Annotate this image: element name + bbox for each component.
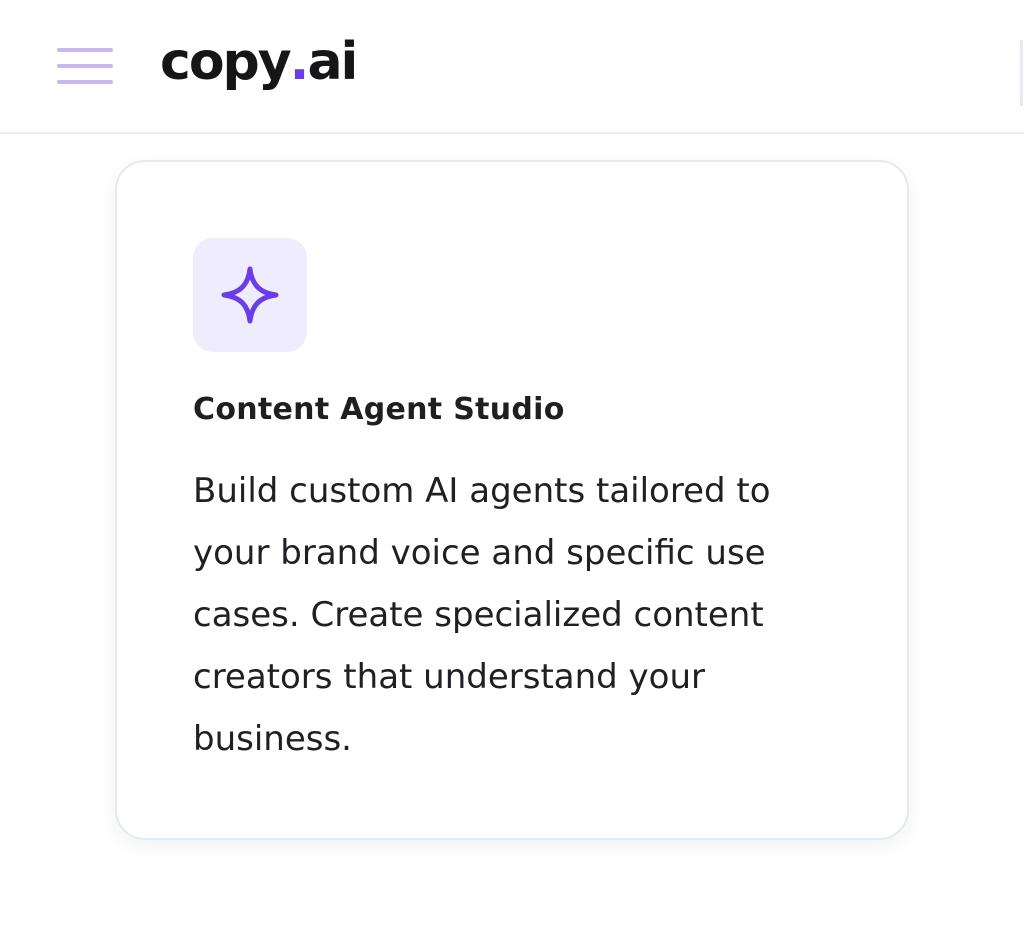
feature-icon-tile [193, 238, 307, 352]
sparkle-icon [221, 266, 279, 324]
logo-suffix: ai [307, 32, 358, 92]
page: copy. ai Content Agent Studio Build custo… [0, 0, 1024, 931]
top-navbar: copy. ai [0, 0, 1024, 134]
hamburger-menu-icon [57, 48, 113, 52]
logo-text: copy [160, 32, 292, 92]
logo-dot: . [289, 32, 310, 92]
copy-ai-logo[interactable]: copy. ai [160, 22, 358, 102]
feature-title: Content Agent Studio [193, 392, 565, 427]
feature-card: Content Agent Studio Build custom AI age… [115, 160, 909, 840]
hamburger-menu-button[interactable] [50, 42, 120, 90]
navbar-divider [1020, 40, 1023, 106]
feature-description: Build custom AI agents tailored to your … [193, 471, 771, 759]
